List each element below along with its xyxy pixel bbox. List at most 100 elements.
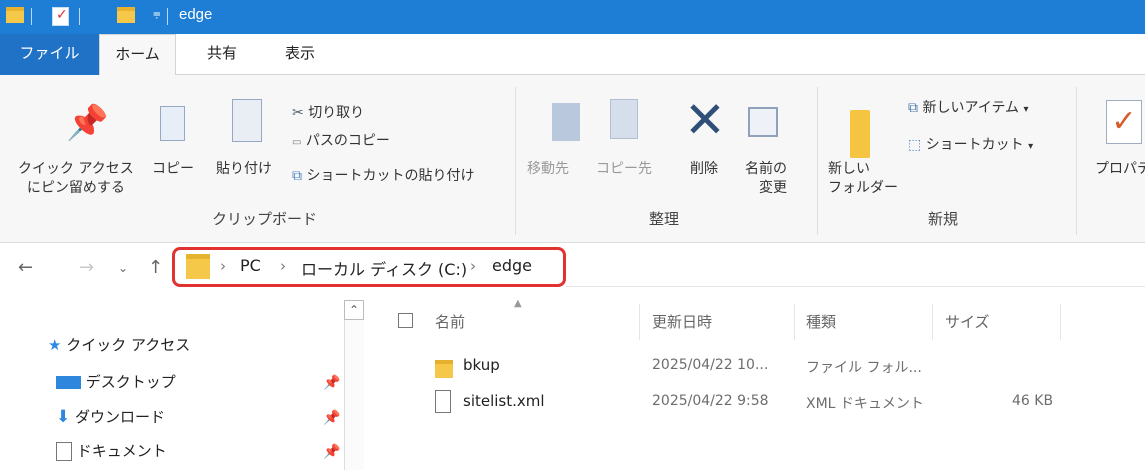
pin-icon: 📌: [66, 103, 109, 143]
breadcrumb-pc[interactable]: PC: [240, 256, 261, 275]
cut-label: 切り取り: [308, 105, 365, 121]
file-name[interactable]: bkup: [463, 356, 500, 374]
nav-item-documents[interactable]: ドキュメント: [56, 440, 167, 461]
new-folder-icon: [850, 110, 870, 158]
column-header-modified[interactable]: 更新日時: [652, 311, 712, 332]
quick-access-toolbar-dropdown-icon[interactable]: ⩦: [153, 6, 165, 26]
tab-view[interactable]: 表示: [274, 34, 326, 75]
star-icon: ★: [48, 336, 62, 354]
new-folder-icon[interactable]: [117, 7, 135, 23]
nav-scrollbar[interactable]: [344, 300, 364, 470]
nav-label: ドキュメント: [76, 442, 167, 460]
tab-home[interactable]: ホーム: [99, 34, 176, 76]
column-separator[interactable]: [794, 304, 795, 340]
recent-locations-chevron-icon[interactable]: ⌄: [118, 261, 128, 275]
nav-label: デスクトップ: [85, 373, 176, 391]
paste-icon: [232, 99, 262, 142]
chevron-right-icon[interactable]: ›: [470, 257, 476, 275]
shortcut-button[interactable]: ⬚ ショートカット ▾: [908, 134, 1033, 154]
nav-label: クイック アクセス: [66, 336, 191, 354]
rename-label-line2: 変更: [759, 180, 787, 196]
column-header-type[interactable]: 種類: [806, 311, 836, 332]
paste-shortcut-label: ショートカットの貼り付け: [306, 168, 475, 184]
new-folder-button[interactable]: 新しい フォルダー: [828, 160, 898, 198]
cut-button[interactable]: ✂ 切り取り: [292, 102, 364, 122]
dropdown-arrow-icon: ▾: [1023, 104, 1029, 115]
separator: [31, 8, 32, 25]
new-item-label: 新しいアイテム: [922, 100, 1020, 116]
copy-to-button[interactable]: コピー先: [596, 160, 652, 179]
copy-icon: [160, 106, 185, 141]
column-header-size[interactable]: サイズ: [945, 311, 990, 332]
pin-label-line2: にピン留めする: [26, 180, 125, 196]
pin-to-quick-access-button[interactable]: クイック アクセス にピン留めする: [18, 160, 134, 198]
delete-button[interactable]: 削除: [690, 160, 718, 179]
move-to-icon: [552, 103, 580, 141]
up-arrow-icon[interactable]: ↑: [148, 257, 163, 278]
select-all-checkbox[interactable]: [398, 313, 413, 328]
folder-icon: [186, 254, 210, 279]
window-title: edge: [179, 6, 213, 23]
new-item-icon: ⧉: [908, 100, 918, 116]
desktop-icon: [56, 376, 81, 389]
nav-item-downloads[interactable]: ⬇ ダウンロード: [56, 406, 165, 427]
column-header-name[interactable]: 名前: [435, 311, 465, 332]
chevron-right-icon[interactable]: ›: [280, 257, 286, 275]
pin-icon: 📌: [323, 444, 341, 460]
shortcut-label: ショートカット: [925, 137, 1024, 153]
new-item-button[interactable]: ⧉ 新しいアイテム ▾: [908, 97, 1029, 117]
shortcut-icon: ⧉: [292, 168, 302, 184]
paste-button[interactable]: 貼り付け: [216, 160, 272, 179]
file-modified: 2025/04/22 10...: [652, 357, 769, 373]
address-bar[interactable]: [566, 286, 1145, 287]
sort-arrow-icon: ▲: [514, 298, 522, 309]
tab-share[interactable]: 共有: [196, 34, 248, 75]
new-folder-label-line2: フォルダー: [828, 180, 898, 196]
nav-label: ダウンロード: [75, 408, 166, 426]
nav-item-desktop[interactable]: デスクトップ: [56, 371, 176, 392]
group-label-organize: 整理: [649, 210, 680, 228]
document-icon: [56, 442, 72, 461]
file-modified: 2025/04/22 9:58: [652, 393, 769, 409]
rename-button[interactable]: 名前の 変更: [745, 160, 787, 198]
download-icon: ⬇: [56, 407, 71, 427]
nav-item-quick-access[interactable]: ★ クイック アクセス: [48, 334, 190, 355]
breadcrumb-local-disk[interactable]: ローカル ディスク (C:): [301, 256, 467, 280]
column-separator[interactable]: [639, 304, 640, 340]
path-icon: ▭: [292, 137, 302, 148]
folder-icon: [6, 7, 24, 23]
column-separator[interactable]: [932, 304, 933, 340]
folder-icon: [435, 360, 453, 378]
ribbon-tabs: ファイル ホーム 共有 表示: [0, 34, 1145, 76]
file-name[interactable]: sitelist.xml: [463, 392, 545, 410]
copy-path-button[interactable]: ▭ パスのコピー: [292, 130, 390, 150]
move-to-button[interactable]: 移動先: [527, 160, 569, 179]
breadcrumb-edge[interactable]: edge: [492, 256, 532, 275]
properties-button[interactable]: プロパテ: [1095, 160, 1145, 179]
pin-label-line1: クイック アクセス: [18, 161, 134, 177]
copy-button[interactable]: コピー: [152, 160, 194, 179]
file-type: XML ドキュメント: [806, 396, 924, 412]
tab-file[interactable]: ファイル: [0, 34, 99, 75]
title-bar: ⩦ edge: [0, 0, 1145, 34]
chevron-right-icon[interactable]: ›: [220, 257, 226, 275]
properties-check-icon[interactable]: [52, 7, 69, 26]
dropdown-arrow-icon: ▾: [1028, 141, 1034, 152]
column-separator[interactable]: [1060, 304, 1061, 340]
forward-arrow-icon[interactable]: →: [79, 257, 94, 278]
scissors-icon: ✂: [292, 105, 304, 121]
group-separator: [515, 87, 516, 235]
file-type: ファイル フォル...: [806, 360, 922, 376]
group-label-new: 新規: [928, 210, 959, 228]
rename-icon: [748, 107, 778, 137]
pin-icon: 📌: [323, 375, 341, 391]
copy-path-label: パスのコピー: [305, 133, 390, 149]
file-size: 46 KB: [1012, 393, 1054, 409]
properties-icon: ✓: [1106, 100, 1142, 144]
paste-shortcut-button[interactable]: ⧉ ショートカットの貼り付け: [292, 165, 474, 185]
scroll-up-icon[interactable]: ⌃: [344, 300, 364, 320]
back-arrow-icon[interactable]: ←: [18, 257, 33, 278]
shortcut-icon: ⬚: [908, 137, 922, 153]
rename-label-line1: 名前の: [745, 161, 787, 177]
group-separator: [1076, 87, 1077, 235]
